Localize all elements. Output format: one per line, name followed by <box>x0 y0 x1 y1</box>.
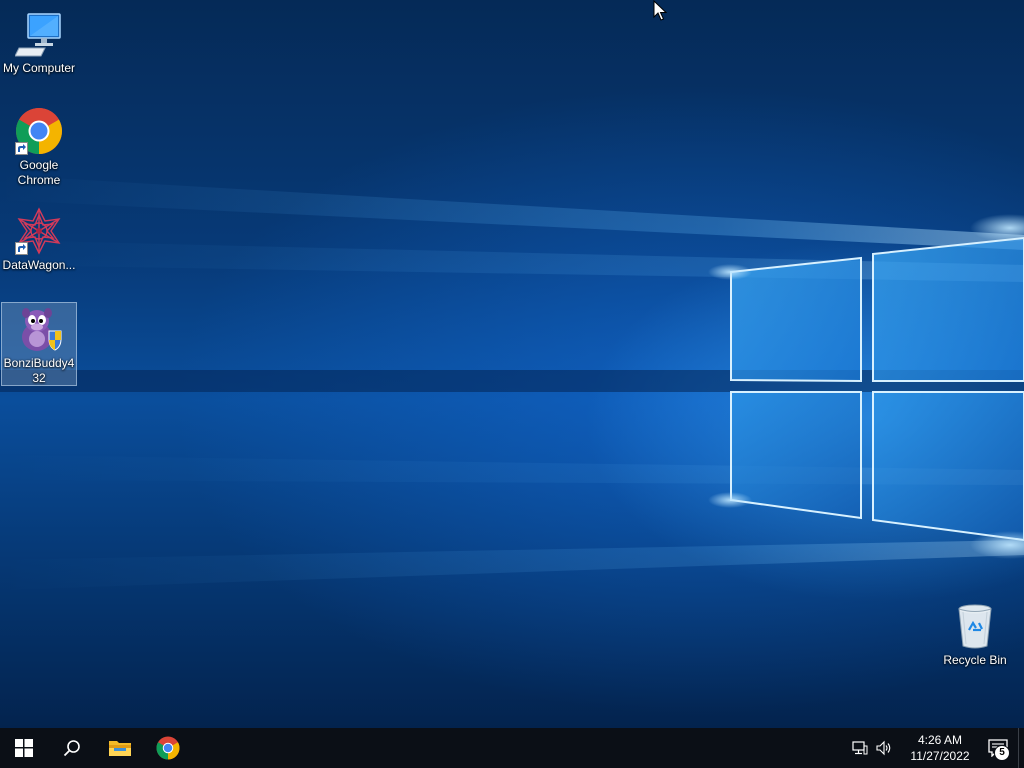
desktop[interactable]: My Computer Google Chrome DataWagon... B… <box>0 0 1024 728</box>
network-button[interactable] <box>848 728 872 768</box>
notification-count-badge: 5 <box>994 745 1010 761</box>
taskbar-google-chrome[interactable] <box>144 728 192 768</box>
desktop-icon-label: Recycle Bin <box>943 653 1007 667</box>
shortcut-arrow-icon <box>15 242 28 255</box>
datawagon-icon <box>15 207 63 255</box>
show-desktop-button[interactable] <box>1018 728 1024 768</box>
bonzibuddy-icon <box>15 305 63 353</box>
chrome-icon <box>156 736 180 760</box>
recycle-bin-icon <box>951 602 999 650</box>
taskbar-file-explorer[interactable] <box>96 728 144 768</box>
desktop-icon-recycle-bin[interactable]: Recycle Bin <box>937 600 1013 671</box>
desktop-icon-google-chrome[interactable]: Google Chrome <box>1 105 77 191</box>
shortcut-arrow-icon <box>15 142 28 155</box>
desktop-icon-datawagon[interactable]: DataWagon... <box>1 205 77 276</box>
desktop-icon-label: BonziBuddy432 <box>3 356 75 385</box>
search-icon <box>63 740 80 757</box>
start-button[interactable] <box>0 728 48 768</box>
network-icon <box>852 741 868 755</box>
search-button[interactable] <box>48 728 96 768</box>
taskbar-clock[interactable]: 4:26 AM 11/27/2022 <box>902 732 978 764</box>
desktop-icon-label: My Computer <box>2 61 76 75</box>
volume-icon <box>876 740 891 756</box>
system-tray: 4:26 AM 11/27/2022 5 <box>848 728 1024 768</box>
clock-time: 4:26 AM <box>917 733 963 747</box>
desktop-icon-bonzibuddy[interactable]: BonziBuddy432 <box>1 302 77 386</box>
file-explorer-icon <box>109 741 131 756</box>
chrome-icon <box>15 107 63 155</box>
mouse-cursor-icon <box>653 0 667 21</box>
action-center-button[interactable]: 5 <box>978 728 1018 768</box>
windows-start-icon <box>15 739 33 757</box>
desktop-icon-label: Google Chrome <box>17 158 61 187</box>
wallpaper <box>0 175 1024 590</box>
desktop-icon-label: DataWagon... <box>2 258 76 272</box>
desktop-icon-my-computer[interactable]: My Computer <box>1 8 77 79</box>
taskbar: 4:26 AM 11/27/2022 5 <box>0 728 1024 768</box>
volume-button[interactable] <box>872 728 896 768</box>
computer-icon <box>14 10 63 58</box>
clock-date: 11/27/2022 <box>910 749 970 763</box>
